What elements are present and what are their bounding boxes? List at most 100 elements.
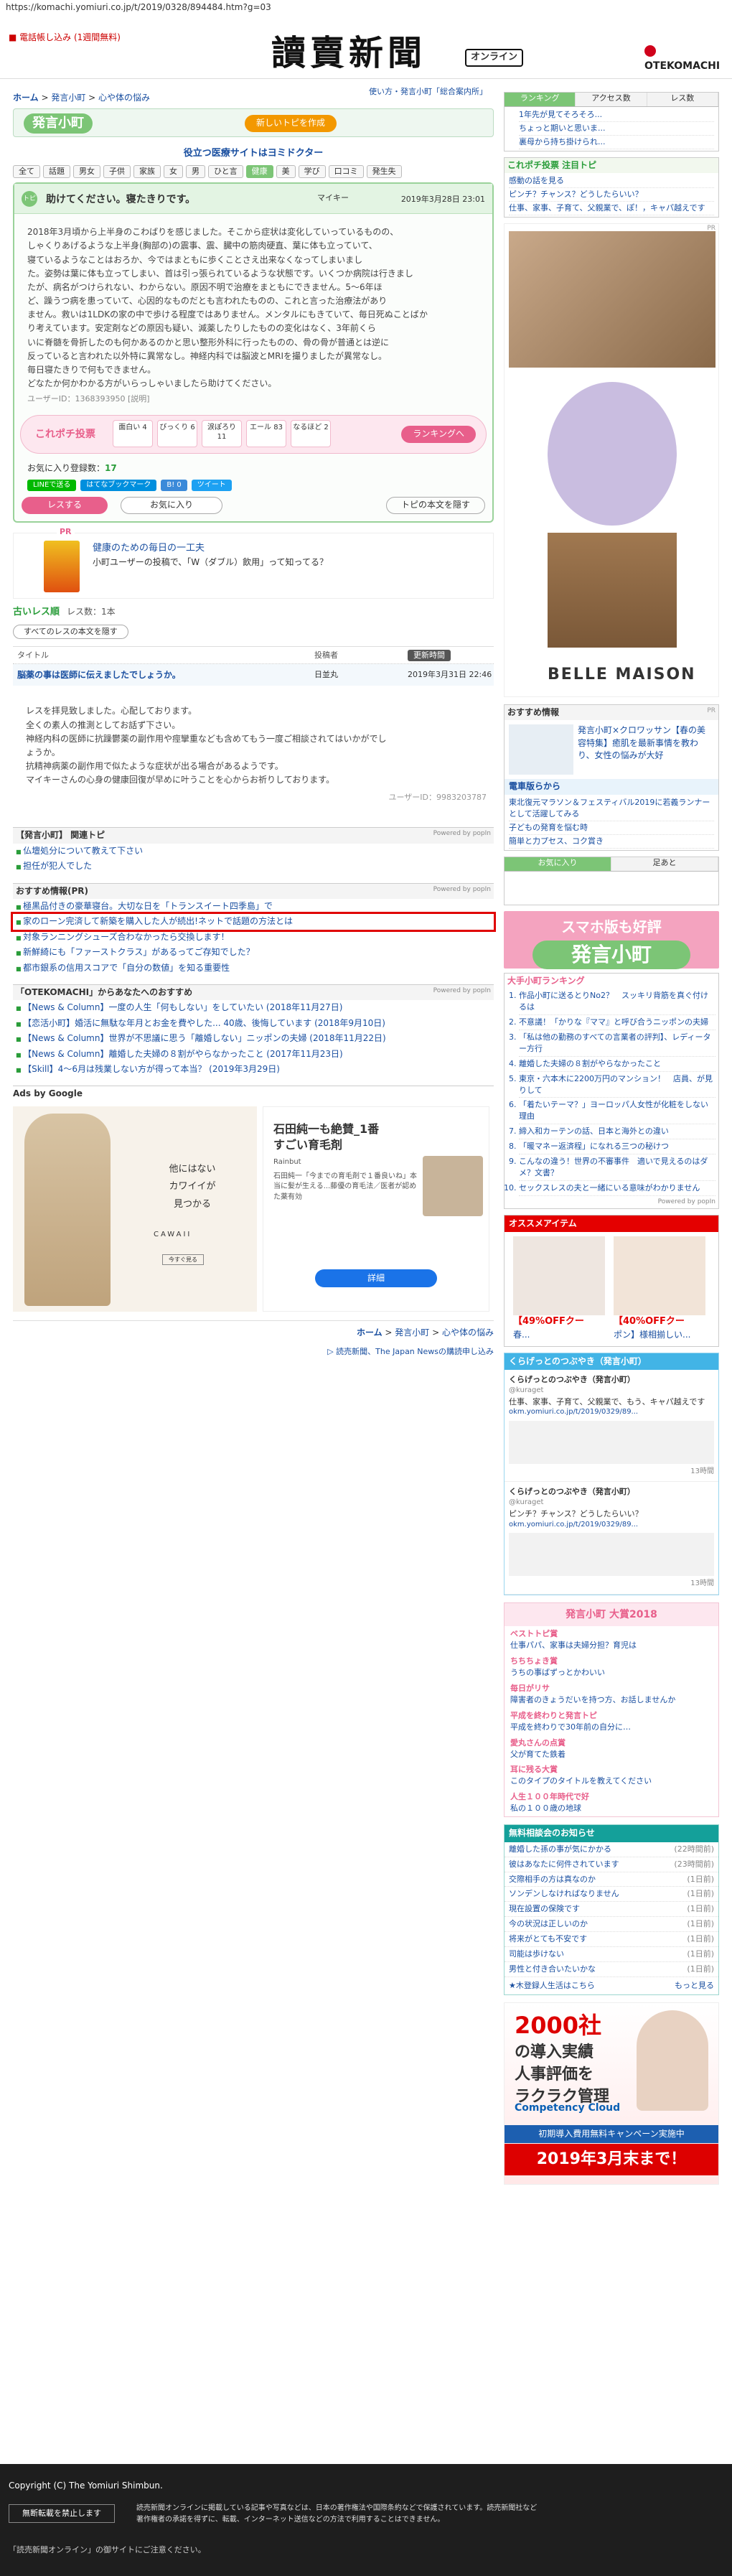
tab-man[interactable]: 男 [186, 165, 205, 179]
list-item[interactable]: 【News & Column】世界が不思議に思う「離婚しない」ニッポンの夫婦 (… [13, 1031, 494, 1046]
tab-learn[interactable]: 学び [298, 165, 326, 179]
list-item[interactable]: 彼はあなたに何件されています (23時間前) [505, 1857, 718, 1872]
sort-button[interactable]: 更新時間 [408, 649, 451, 661]
hide-body-button[interactable]: トピの本文を隠す [385, 497, 485, 514]
list-item[interactable]: 対象ランニングシューズ合わなかったら交換します！ [13, 930, 494, 945]
more-link[interactable]: もっと見る [675, 1980, 714, 1992]
tab-all[interactable]: 全て [13, 165, 40, 179]
list-item[interactable]: 簡単と力プセス、コク賞き [509, 835, 714, 849]
list-item[interactable]: ピンチ？チャンス？どうしたらいい？ [509, 188, 714, 202]
yomiuri-logo[interactable]: 讀賣新聞 [271, 29, 426, 79]
register-lawyer-link[interactable]: ★木登録人生活はこちら [509, 1980, 595, 1992]
tweet[interactable]: くらげっとのつぶやき（発言小町） @kuraget ピンチ？チャンス？どうしたら… [505, 1482, 718, 1595]
poll-naruhodo[interactable]: なるほど 2 [291, 420, 331, 448]
list-item[interactable]: 【恋活小町】婚活に無駄な年月とお金を費やした... 40歳、後悔しています (2… [13, 1016, 494, 1031]
list-item[interactable]: 極黒品付きの豪華寝台。大切な日を「トランスイート四季島」で [13, 899, 494, 914]
tab-hitokoto[interactable]: ひと言 [208, 165, 243, 179]
register-link[interactable]: ■ 電話帳し込み (1週間無料) [9, 32, 121, 44]
poll-yell[interactable]: エール 83 [246, 420, 286, 448]
competency-cloud-ad[interactable]: 2000社 の導入実績 人事評価を ラクラク管理 Competency Clou… [504, 2002, 719, 2185]
list-item[interactable]: 締入和カーテンの話、日本と海外との違い [519, 1124, 715, 1140]
new-topic-button[interactable]: 新しいトピを作成 [245, 115, 337, 132]
list-item[interactable]: 1年先が見てそろそろ... [519, 108, 714, 122]
list-item[interactable]: 仕事、家事、子育て、父親業で、ぽ！，キャパ越えです [509, 202, 714, 216]
line-share-button[interactable]: LINEで送る [27, 479, 77, 492]
dress-ad-button[interactable]: 今すぐ見る [162, 1254, 204, 1266]
reply-button[interactable]: レスする [22, 497, 108, 514]
tab-kids[interactable]: 子供 [103, 165, 131, 179]
tab-love[interactable]: 男女 [73, 165, 100, 179]
tab-footprints[interactable]: 足あと [611, 857, 718, 871]
table-row[interactable]: 脳薬の事は医師に伝えましたでしょうか。 日並丸 2019年3月31日 22:46 [13, 664, 494, 686]
item-card[interactable]: 【40%OFFクー ポン】様相揃しい... [614, 1236, 705, 1341]
ad-title[interactable]: 健康のための毎日の一工夫 [93, 542, 205, 556]
list-item[interactable]: 離婚した夫婦の８割がやらなかったこと [519, 1057, 715, 1072]
url-bar[interactable]: https://komachi.yomiuri.co.jp/t/2019/032… [0, 0, 732, 13]
list-item[interactable]: ソンデンしなければなりません (1日前) [505, 1887, 718, 1903]
tweet-button[interactable]: ツイート [191, 479, 232, 492]
tab-review[interactable]: 口コミ [328, 165, 364, 179]
guide-link[interactable]: 使い方・発言小町「総合案内所」 [369, 86, 487, 98]
list-item[interactable]: 【News & Column】離婚した夫婦の８割がやらなかったこと (2017年… [13, 1047, 494, 1062]
tweet[interactable]: くらげっとのつぶやき（発言小町） @kuraget 仕事、家事、子育て、父親業で… [505, 1370, 718, 1483]
smartphone-banner[interactable]: スマホ版も好評 発言小町 [504, 910, 719, 970]
poll-ranking-button[interactable]: ランキングへ [401, 426, 476, 443]
list-item[interactable]: 不意議！「かりな『ママ』と呼び合うニッポンの夫婦 [519, 1015, 715, 1030]
subscribe-link[interactable]: ▷ 読売新聞、The Japan Newsの購読申し込み [13, 1346, 494, 1358]
list-item[interactable]: 「私は他の勤務のすべての言業者の評判】、レディーター方行 [519, 1030, 715, 1057]
poll-bikkuri[interactable]: びっくり 6 [157, 420, 197, 448]
list-item[interactable]: ちょっと期いと思いま... [519, 122, 714, 136]
list-item[interactable]: 「暖マネー返済程」になれる三つの秘けつ [519, 1139, 715, 1155]
tab-health[interactable]: 健康 [245, 165, 273, 179]
tab-misc[interactable]: 発生失 [366, 165, 402, 179]
list-item[interactable]: 子どもの発育を悩む時 [509, 821, 714, 835]
poll-omoshiroi[interactable]: 面白い 4 [113, 420, 153, 448]
list-item[interactable]: 東北復元マラソン＆フェスティバル2019に若義ランナーとして活躍してみる [509, 796, 714, 821]
breadcrumb-category[interactable]: 心や体の悩み [98, 93, 150, 103]
list-item[interactable]: 現在設置の保険です (1日前) [505, 1902, 718, 1918]
otekomachi-logo[interactable]: OTEKOMACHI [644, 45, 732, 74]
list-item[interactable]: 「着たいテーマ？」ヨーロッパ人女性が化粧をしない理由 [519, 1098, 715, 1125]
belle-maison-ad[interactable]: PR BELLE MAISON [504, 223, 719, 698]
list-item[interactable]: 司能は歩けない (1日前) [505, 1947, 718, 1963]
favorite-button[interactable]: お気に入り [121, 497, 223, 514]
list-item[interactable]: 担任が犯人でした [13, 859, 494, 874]
response-title[interactable]: 脳薬の事は医師に伝えましたでしょうか。 [13, 669, 314, 681]
breadcrumb-home[interactable]: ホーム [13, 93, 39, 103]
list-item[interactable]: 【Skill】4〜6月は残業しない方が得って本当？ (2019年3月29日) [13, 1062, 494, 1077]
poll-namida[interactable]: 涙ぽろり 11 [202, 420, 242, 448]
list-item[interactable]: セックスレスの夫と一緒にいる意味がわかりません [519, 1181, 715, 1196]
list-item[interactable]: 交際相手の方は真なのか (1日前) [505, 1872, 718, 1887]
tab-family[interactable]: 家族 [133, 165, 161, 179]
list-item[interactable]: 作品小町に送るとりNo2？ スッキリ背筋を真ぐ付けるは [519, 989, 715, 1015]
tab-favorites[interactable]: お気に入り [505, 857, 611, 871]
health-ad[interactable]: PR 健康のための毎日の一工夫 小町ユーザーの投稿で、「W（ダブル）飲用」って知… [13, 526, 494, 599]
no-reprint-button[interactable]: 無断転載を禁止します [9, 2504, 115, 2523]
tab-res[interactable]: レス数 [647, 93, 718, 106]
hair-ad[interactable]: 石田純一も絶賛_1番 すごい育毛剤 Rainbut 石田純一「今までの育毛剤で１… [263, 1106, 489, 1312]
hatena-bookmark-button[interactable]: はてなブックマーク [80, 479, 157, 492]
list-item[interactable]: こんなの違う！世界の不審事件 適いで見えるのはダメ？文書？ [519, 1154, 715, 1182]
sponsor-link[interactable]: 役立つ医療サイトはヨミドクター [13, 147, 494, 161]
tab-access[interactable]: アクセス数 [576, 93, 647, 106]
list-item[interactable]: 東京・六本木に2200万円のマンション！ 店員、が見りして [519, 1072, 715, 1098]
list-item[interactable]: 仏壇処分について教えて下さい [13, 844, 494, 859]
list-item[interactable]: 都市銀系の信用スコアで「自分の数値」を知る重要性 [13, 961, 494, 976]
tab-topic[interactable]: 話題 [43, 165, 70, 179]
list-item[interactable]: 新鮮綺にも「ファーストクラス」があるってご存知でした？ [13, 945, 494, 960]
list-item[interactable]: 将来がとても不安です (1日前) [505, 1932, 718, 1948]
dress-ad[interactable]: 他にはない カワイイが 見つかる CAWAII 今すぐ見る [13, 1106, 257, 1312]
list-item[interactable]: 今の状況は正しいのか (1日前) [505, 1917, 718, 1933]
list-item[interactable]: 男性と付き合いたいかな (1日前) [505, 1962, 718, 1978]
tab-woman[interactable]: 女 [164, 165, 183, 179]
list-item[interactable]: 裏母から持ち掛けられ... [519, 136, 714, 149]
hide-all-responses-button[interactable]: すべてのレスの本文を隠す [13, 625, 128, 640]
tab-beauty[interactable]: 美 [276, 165, 296, 179]
list-item[interactable]: 【News & Column】一度の人生「何もしない」をしていたい (2018年… [13, 1000, 494, 1015]
hair-ad-detail-button[interactable]: 詳細 [315, 1269, 437, 1288]
list-item[interactable]: 感動の話を見る [509, 174, 714, 189]
highlighted-list-item[interactable]: 家のローン完済して新築を購入した人が続出!ネットで話題の方法とは [11, 912, 496, 932]
komachi-logo[interactable]: 発言小町 [24, 113, 93, 134]
tab-ranking[interactable]: ランキング [505, 93, 576, 106]
item-card[interactable]: 【49%OFFクー 春... [513, 1236, 605, 1341]
